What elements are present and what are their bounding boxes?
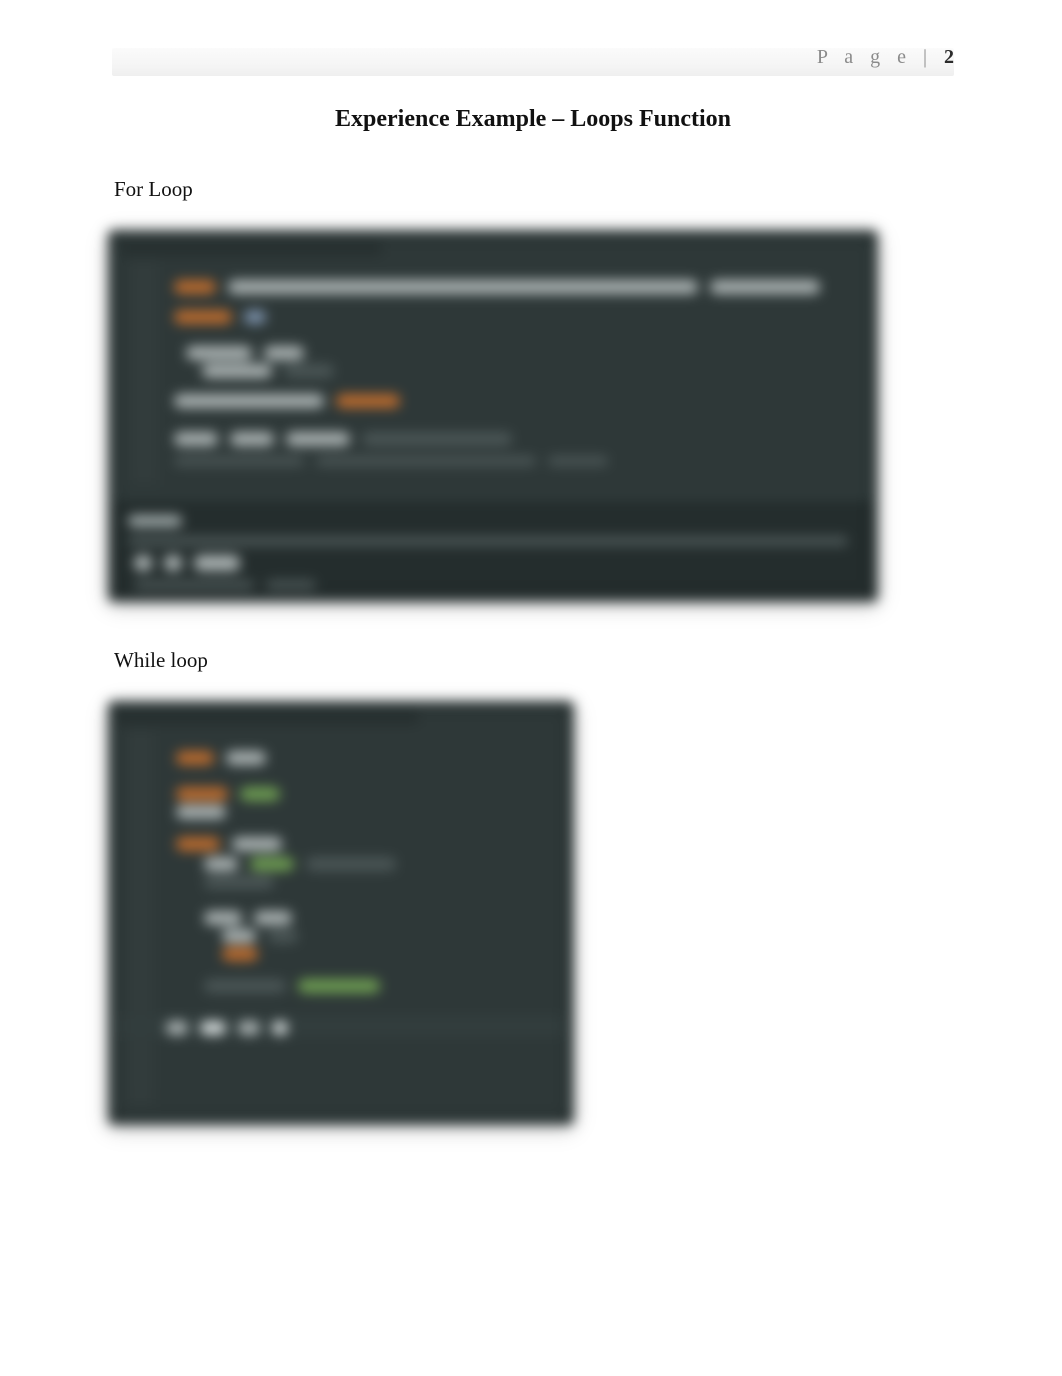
- editor-gutter-2: [126, 731, 154, 1105]
- code-editor-pane-2: [118, 711, 564, 1115]
- editor-tab-bar: [122, 242, 382, 256]
- page-label-prefix: P a g e: [817, 46, 912, 68]
- page-number-value: 2: [944, 46, 954, 68]
- code-highlight-line: [118, 1015, 564, 1037]
- header-bar: P a g e | 2: [112, 48, 954, 76]
- page-number: P a g e | 2: [817, 46, 954, 69]
- section-label-for-loop: For Loop: [114, 177, 954, 202]
- section-label-while-loop: While loop: [114, 648, 954, 673]
- editor-gutter: [130, 262, 158, 484]
- code-screenshot-while-loop: [108, 701, 574, 1125]
- code-screenshot-for-loop: [108, 230, 878, 602]
- page-title: Experience Example – Loops Function: [112, 106, 954, 133]
- editor-tab-bar-2: [118, 711, 418, 725]
- code-editor-pane: [122, 242, 864, 494]
- code-output-pane: [114, 502, 872, 596]
- document-page: P a g e | 2 Experience Example – Loops F…: [0, 0, 1062, 1376]
- page-label-sep: |: [923, 46, 929, 68]
